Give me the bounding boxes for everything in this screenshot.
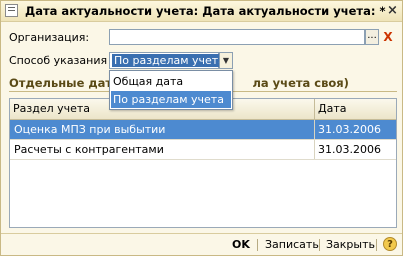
close-window-button[interactable]: × <box>385 3 400 18</box>
dropdown-option-by-sections[interactable]: По разделам учета <box>111 91 231 108</box>
mode-selected-value: По разделам учета <box>112 54 227 67</box>
mode-dropdown-button[interactable]: ▼ <box>219 52 233 69</box>
save-button[interactable]: Записать <box>265 238 319 252</box>
table-row[interactable]: Расчеты с контрагентами 31.03.2006 <box>10 140 396 160</box>
cell-date: 31.03.2006 <box>318 123 381 136</box>
dialog-window: Дата актуальности учета: Дата актуальнос… <box>0 0 403 256</box>
title-bar[interactable]: Дата актуальности учета: Дата актуальнос… <box>1 1 402 22</box>
organization-select-button[interactable]: ... <box>365 29 379 45</box>
footer-separator <box>319 239 320 251</box>
form-icon <box>5 4 18 17</box>
cell-date: 31.03.2006 <box>318 143 381 156</box>
mode-label: Способ указания : <box>9 54 115 67</box>
cell-section: Оценка МПЗ при выбытии <box>14 123 166 136</box>
cell-section: Расчеты с контрагентами <box>14 143 164 156</box>
close-button[interactable]: Закрыть <box>326 238 375 252</box>
footer-separator <box>376 239 377 251</box>
cell-divider <box>314 140 315 159</box>
ok-button[interactable]: OK <box>232 238 250 252</box>
organization-label: Организация: <box>9 31 90 44</box>
section-title-right: ла учета своя) <box>252 76 349 90</box>
dropdown-option-general-date[interactable]: Общая дата <box>111 73 231 90</box>
organization-input[interactable] <box>109 29 365 45</box>
footer-separator <box>257 239 258 251</box>
help-icon[interactable]: ? <box>383 237 397 251</box>
mode-dropdown-list: Общая дата По разделам учета <box>109 70 233 110</box>
column-header-section[interactable]: Раздел учета <box>13 102 90 115</box>
column-divider <box>314 99 315 119</box>
sections-table[interactable]: Раздел учета Дата Оценка МПЗ при выбытии… <box>9 98 397 228</box>
footer-divider <box>1 233 402 234</box>
section-title-left: Отдельные даты <box>9 76 123 90</box>
column-header-date[interactable]: Дата <box>318 102 346 115</box>
organization-clear-button[interactable]: X <box>381 29 395 45</box>
table-row[interactable]: Оценка МПЗ при выбытии 31.03.2006 <box>10 120 396 140</box>
cell-divider <box>314 120 315 139</box>
window-title: Дата актуальности учета: Дата актуальнос… <box>25 4 386 18</box>
mode-select[interactable]: По разделам учета <box>109 52 227 69</box>
